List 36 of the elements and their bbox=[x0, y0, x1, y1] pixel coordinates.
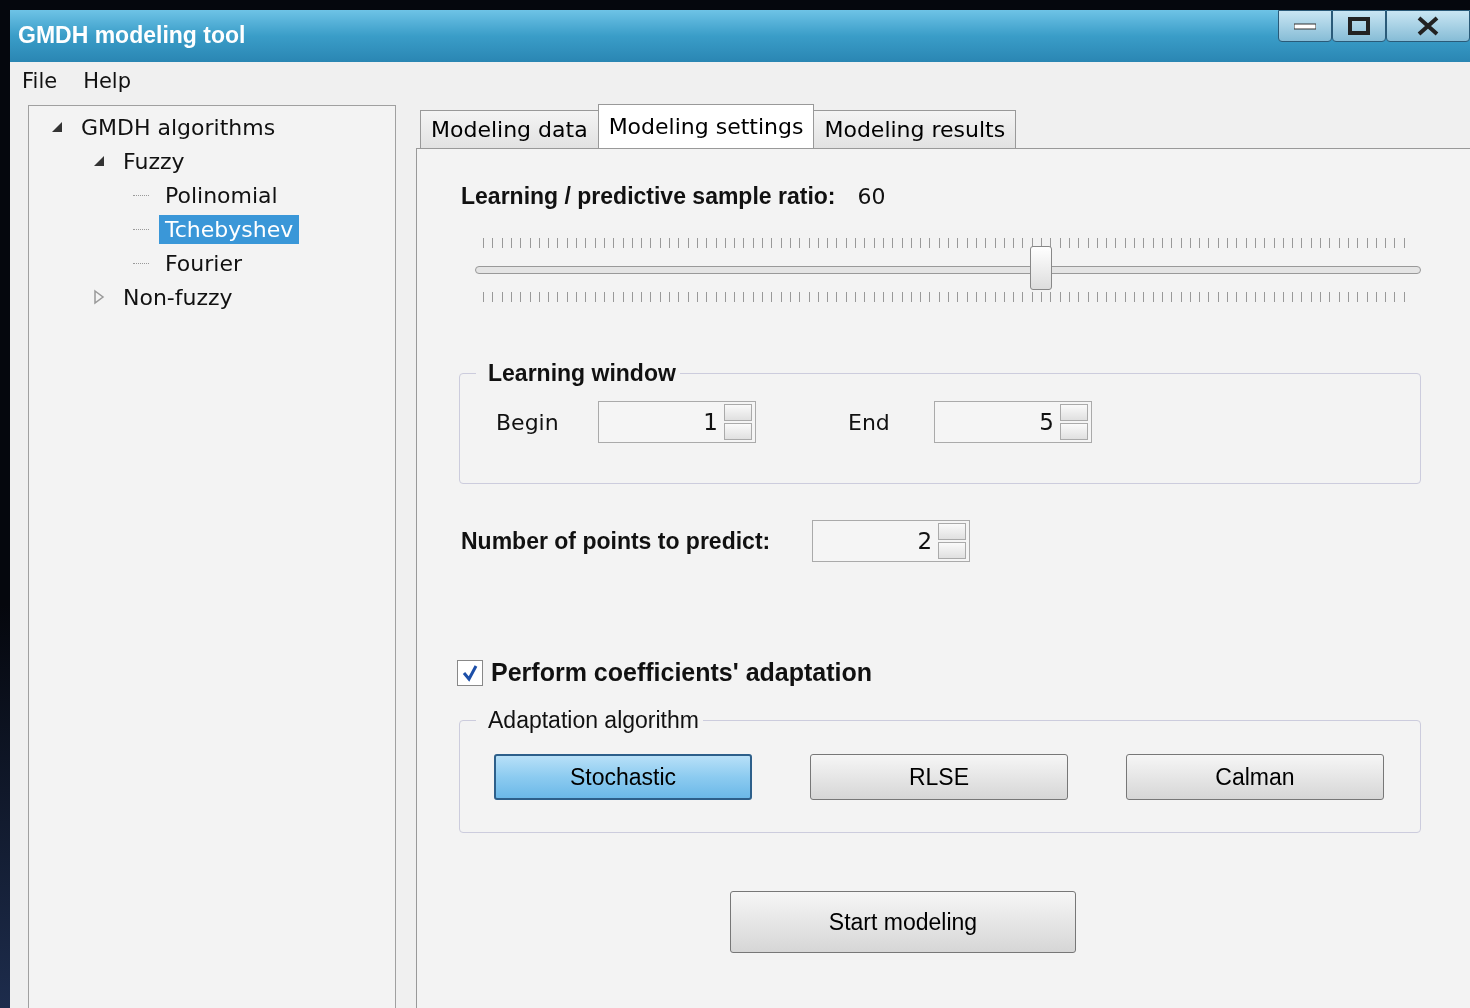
spin-field[interactable]: 5 bbox=[934, 401, 1092, 443]
points-label: Number of points to predict: bbox=[461, 527, 771, 555]
tree-item[interactable]: Non-fuzzy bbox=[117, 282, 239, 312]
group-title: Adaptation algorithm bbox=[487, 707, 700, 734]
tree-item[interactable]: GMDH algorithms bbox=[75, 112, 282, 142]
check-icon bbox=[461, 663, 479, 682]
maximize-button[interactable] bbox=[1332, 10, 1386, 42]
ratio-label: Learning / predictive sample ratio: bbox=[461, 183, 836, 210]
menu-item[interactable]: File bbox=[22, 69, 58, 93]
menu-item[interactable]: Help bbox=[83, 69, 132, 93]
tab[interactable]: Modeling results bbox=[813, 110, 1017, 148]
algorithm-button[interactable]: RLSE bbox=[810, 754, 1068, 800]
checkbox-label: Perform coefficients' adaptation bbox=[491, 658, 873, 687]
close-button[interactable] bbox=[1386, 10, 1470, 42]
start-button[interactable]: Start modeling bbox=[730, 891, 1076, 953]
window-title: GMDH modeling tool bbox=[18, 22, 246, 49]
algorithm-button[interactable]: Calman bbox=[1126, 754, 1384, 800]
tree-item[interactable]: Polinomial bbox=[159, 180, 284, 210]
tab[interactable]: Modeling data bbox=[420, 110, 599, 148]
tree-item[interactable]: Fourier bbox=[159, 248, 248, 278]
close-icon bbox=[1416, 16, 1440, 36]
minimize-button[interactable] bbox=[1278, 10, 1332, 42]
maximize-icon bbox=[1348, 17, 1370, 35]
group-title: Learning window bbox=[487, 360, 677, 387]
end-label: End bbox=[847, 409, 891, 435]
spin-field[interactable]: 1 bbox=[598, 401, 756, 443]
slider-thumb[interactable] bbox=[1030, 246, 1053, 290]
checkbox[interactable] bbox=[457, 659, 483, 686]
begin-label: Begin bbox=[495, 409, 560, 435]
tab[interactable]: Modeling settings bbox=[597, 104, 815, 148]
tree-item[interactable]: Fuzzy bbox=[117, 146, 191, 176]
minimize-icon bbox=[1294, 22, 1316, 30]
spin-field[interactable]: 2 bbox=[812, 520, 971, 562]
ratio-value: 60 bbox=[857, 184, 886, 209]
algorithm-button[interactable]: Stochastic bbox=[494, 754, 752, 800]
ratio-slider[interactable] bbox=[475, 238, 1421, 302]
